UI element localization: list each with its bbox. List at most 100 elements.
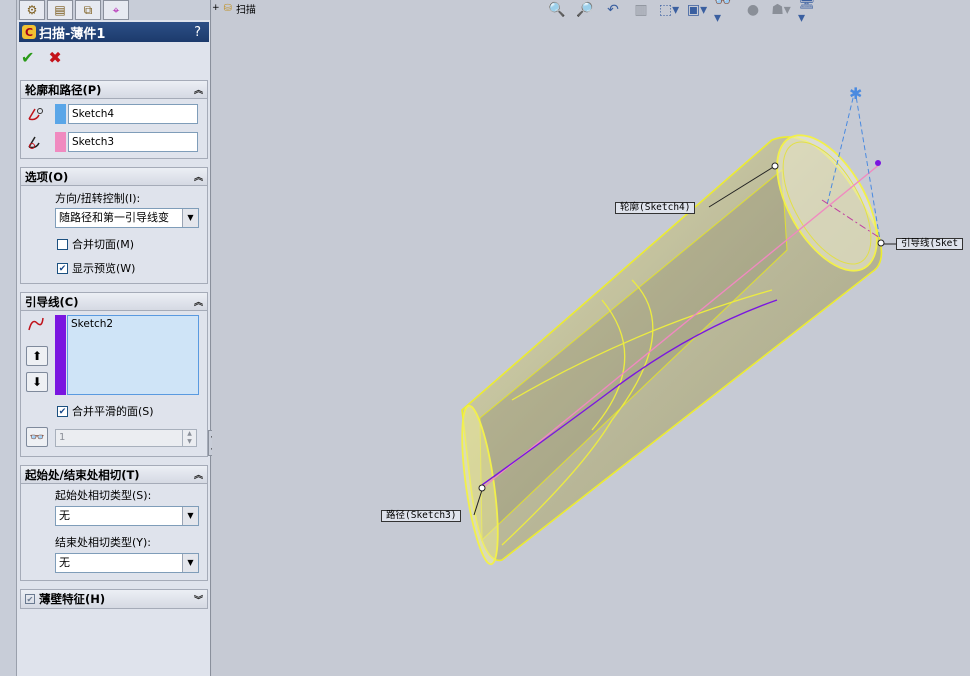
zoom-to-fit-icon[interactable]: 🔍 [546, 0, 568, 20]
guide-curve-item[interactable]: Sketch2 [71, 318, 113, 330]
view-settings-icon[interactable]: 🖥▾ [798, 0, 820, 26]
profile-path-group: 轮廓和路径(P) ︽ Sketch4 Sketch3 [20, 80, 208, 159]
glasses-icon: 👓 [29, 430, 45, 444]
sweep-feature-icon: C [22, 25, 36, 39]
collapse-icon[interactable]: ︽ [194, 295, 203, 308]
profile-icon [25, 104, 45, 124]
expand-icon[interactable]: ︾ [194, 593, 203, 606]
view-orientation-icon[interactable]: ⬚▾ [658, 0, 680, 20]
path-color-bar [55, 132, 66, 152]
profile-field[interactable]: Sketch4 [68, 104, 198, 124]
start-tangency-value: 无 [59, 509, 70, 522]
show-preview-checkbox[interactable]: ✔ 显示预览(W) [57, 260, 135, 276]
show-sections-button[interactable]: 👓 [26, 427, 48, 447]
spin-arrows-icon[interactable]: ▲ ▼ [182, 430, 196, 446]
property-manager-tab[interactable]: ▤ [47, 0, 73, 20]
move-up-button[interactable]: ⬆ [26, 346, 48, 366]
checkbox-label: 合并平滑的面(S) [72, 405, 154, 418]
collapse-icon[interactable]: ︽ [194, 83, 203, 96]
guide-endpoint [875, 160, 881, 166]
manager-tabs: ⚙ ▤ ⧉ ⌖ [17, 0, 210, 20]
property-manager: ⚙ ▤ ⧉ ⌖ C 扫描-薄件1 ? ✔ ✖ 轮廓和路径(P) ︽ Sketch… [17, 0, 216, 676]
path-field[interactable]: Sketch3 [68, 132, 198, 152]
property-manager-title-bar: C 扫描-薄件1 ? [19, 22, 209, 42]
guide-curves-header[interactable]: 引导线(C) ︽ [21, 293, 207, 311]
path-callout[interactable]: 路径(Sketch3) [381, 510, 462, 522]
start-tangency-label: 起始处相切类型(S): [55, 489, 152, 502]
collapse-icon[interactable]: ︽ [194, 170, 203, 183]
previous-view-icon[interactable]: ↶ [602, 0, 624, 20]
merge-smooth-checkbox[interactable]: ✔ 合并平滑的面(S) [57, 403, 154, 419]
feature-manager-tab[interactable]: ⚙ [19, 0, 45, 20]
confirm-row: ✔ ✖ [21, 48, 62, 67]
checkbox-unchecked[interactable] [57, 238, 68, 250]
move-down-button[interactable]: ⬇ [26, 372, 48, 392]
group-title: 引导线(C) [25, 294, 79, 309]
sweep-preview: ✱ [461, 84, 897, 566]
dropdown-arrow-icon[interactable]: ▼ [182, 554, 198, 572]
guide-callout[interactable]: 引导线(Sket [896, 238, 964, 250]
end-tangency-label: 结束处相切类型(Y): [55, 536, 152, 549]
dim-xpert-tab[interactable]: ⌖ [103, 0, 129, 20]
expand-icon[interactable]: + [212, 3, 220, 13]
arrow-up-icon: ⬆ [31, 349, 43, 363]
help-button[interactable]: ? [194, 25, 201, 40]
orientation-label: 方向/扭转控制(I): [55, 192, 141, 205]
profile-color-bar [55, 104, 66, 124]
hide-show-items-icon[interactable]: 👓▾ [714, 0, 736, 26]
collapse-icon[interactable]: ︽ [194, 468, 203, 481]
property-sheet-icon: ▤ [54, 3, 66, 17]
section-number-value: 1 [59, 432, 66, 443]
graphics-area[interactable]: ✱ + ⛁ 扫描 🔍 🔎 ↶ ▥ ⬚▾ ▣▾ 👓▾ ● ☗▾ 🖥▾ 轮廓(Ske… [212, 0, 970, 676]
profile-callout[interactable]: 轮廓(Sketch4) [615, 202, 696, 214]
checkbox-label: 合并切面(M) [72, 238, 135, 251]
edit-appearance-icon[interactable]: ● [742, 0, 764, 20]
path-icon [25, 132, 45, 152]
group-title: 轮廓和路径(P) [25, 82, 102, 97]
tangency-header[interactable]: 起始处/结束处相切(T) ︽ [21, 466, 207, 484]
profile-selection-row: Sketch4 [25, 104, 198, 124]
dropdown-arrow-icon[interactable]: ▼ [182, 507, 198, 525]
start-tangency-select[interactable]: 无 ▼ [55, 506, 199, 526]
ok-button[interactable]: ✔ [21, 48, 34, 67]
profile-path-header[interactable]: 轮廓和路径(P) ︽ [21, 81, 207, 99]
profile-point [771, 162, 779, 170]
orientation-value: 随路径和第一引导线变 [59, 211, 169, 224]
feature-title: 扫描-薄件1 [39, 26, 106, 42]
crosshair-icon: ⌖ [112, 2, 120, 17]
merge-tangent-checkbox[interactable]: 合并切面(M) [57, 236, 134, 252]
tree-item-label: 扫描 [235, 4, 256, 16]
guide-point [877, 239, 885, 247]
options-group: 选项(O) ︽ 方向/扭转控制(I): 随路径和第一引导线变 ▼ 合并切面(M)… [20, 167, 208, 284]
thin-feature-checkbox[interactable]: ✔ [25, 594, 35, 604]
plane-marker-icon: ✱ [849, 84, 862, 103]
options-header[interactable]: 选项(O) ︽ [21, 168, 207, 186]
arrow-down-icon: ⬇ [31, 375, 43, 389]
heads-up-view-toolbar: 🔍 🔎 ↶ ▥ ⬚▾ ▣▾ 👓▾ ● ☗▾ 🖥▾ [546, 0, 820, 26]
section-number-spinbox[interactable]: 1 ▲ ▼ [55, 429, 197, 447]
configuration-icon: ⧉ [83, 2, 93, 17]
display-style-icon[interactable]: ▣▾ [686, 0, 708, 20]
guide-curves-group: 引导线(C) ︽ Sketch2 ⬆ ⬇ ✔ 合并平滑的面(S) 👓 1 ▲ ▼ [20, 292, 208, 457]
path-point [478, 484, 486, 492]
group-title: 薄壁特征(H) [39, 592, 106, 606]
zoom-to-area-icon[interactable]: 🔎 [574, 0, 596, 20]
guide-color-bar [55, 315, 66, 395]
cancel-button[interactable]: ✖ [48, 48, 61, 67]
left-task-strip [0, 0, 17, 676]
orientation-select[interactable]: 随路径和第一引导线变 ▼ [55, 208, 199, 228]
tangency-group: 起始处/结束处相切(T) ︽ 起始处相切类型(S): 无 ▼ 结束处相切类型(Y… [20, 465, 208, 581]
end-tangency-select[interactable]: 无 ▼ [55, 553, 199, 573]
checkbox-checked[interactable]: ✔ [57, 405, 68, 417]
apply-scene-icon[interactable]: ☗▾ [770, 0, 792, 20]
thin-feature-header[interactable]: ✔ 薄壁特征(H) ︾ [21, 590, 207, 608]
feature-tree-icon: ⚙ [26, 3, 38, 17]
configuration-manager-tab[interactable]: ⧉ [75, 0, 101, 20]
section-view-icon[interactable]: ▥ [630, 0, 652, 20]
checkbox-checked[interactable]: ✔ [57, 262, 68, 274]
dropdown-arrow-icon[interactable]: ▼ [182, 209, 198, 227]
tree-fragment[interactable]: + ⛁ 扫描 [212, 0, 256, 16]
guide-curves-list[interactable]: Sketch2 [67, 315, 199, 395]
group-title: 选项(O) [25, 169, 69, 184]
guide-curve-icon [26, 315, 46, 336]
